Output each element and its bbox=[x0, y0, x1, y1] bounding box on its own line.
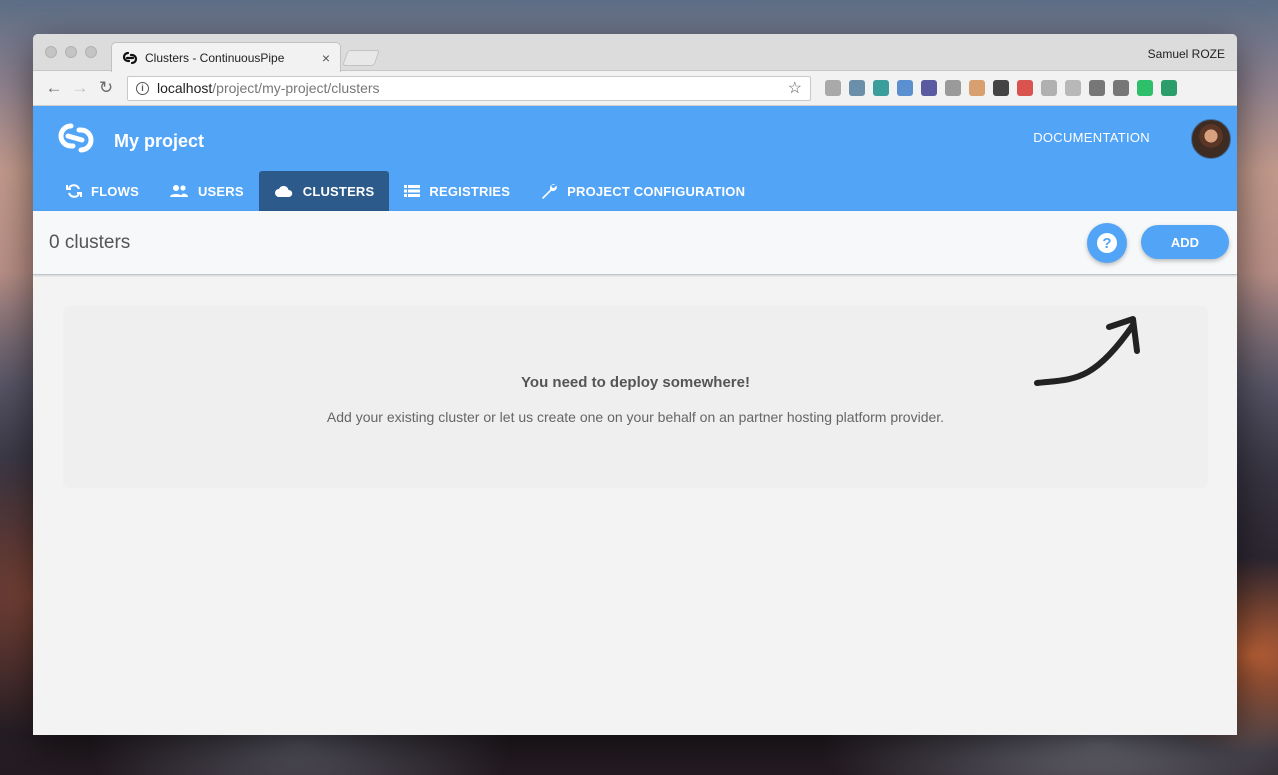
tab-project-configuration-label: PROJECT CONFIGURATION bbox=[567, 183, 746, 199]
tab-clusters[interactable]: CLUSTERS bbox=[258, 171, 390, 211]
ext-4-icon[interactable] bbox=[897, 80, 913, 96]
help-button[interactable]: ? bbox=[1087, 223, 1127, 263]
tab-users-label: USERS bbox=[197, 183, 244, 199]
ext-15-icon[interactable] bbox=[1161, 80, 1177, 96]
tab-title: Clusters - ContinuousPipe bbox=[145, 50, 285, 65]
arrow-up-icon bbox=[1034, 316, 1140, 386]
ext-11-icon[interactable] bbox=[1065, 80, 1081, 96]
url-host: localhost bbox=[157, 80, 213, 96]
list-icon bbox=[404, 184, 421, 198]
continuouspipe-favicon-icon bbox=[122, 51, 138, 64]
close-window-button[interactable] bbox=[45, 46, 57, 58]
profile-name[interactable]: Samuel ROZE bbox=[1148, 47, 1225, 61]
ext-7-icon[interactable] bbox=[969, 80, 985, 96]
ext-1-icon[interactable] bbox=[825, 80, 841, 96]
ext-2-icon[interactable] bbox=[849, 80, 865, 96]
project-name[interactable]: My project bbox=[114, 131, 204, 152]
users-icon bbox=[169, 184, 189, 198]
tab-clusters-label: CLUSTERS bbox=[302, 183, 375, 199]
documentation-link[interactable]: DOCUMENTATION bbox=[1033, 130, 1150, 145]
cloud-icon bbox=[274, 184, 294, 198]
ext-3-icon[interactable] bbox=[873, 80, 889, 96]
new-tab-button[interactable] bbox=[342, 50, 380, 66]
extensions-bar bbox=[825, 80, 1177, 96]
main-content: You need to deploy somewhere! Add your e… bbox=[33, 277, 1237, 735]
question-icon: ? bbox=[1097, 233, 1117, 253]
tab-project-configuration[interactable]: PROJECT CONFIGURATION bbox=[525, 171, 760, 211]
ext-9-icon[interactable] bbox=[1017, 80, 1033, 96]
tab-close-icon[interactable]: × bbox=[322, 50, 330, 66]
tab-strip: Clusters - ContinuousPipe × Samuel ROZE bbox=[33, 34, 1237, 72]
reload-button[interactable]: ↻ bbox=[93, 75, 119, 101]
tab-flows[interactable]: FLOWS bbox=[51, 171, 154, 211]
tab-registries-label: REGISTRIES bbox=[429, 183, 511, 199]
continuouspipe-logo-icon[interactable] bbox=[55, 120, 97, 156]
page-toolbar: 0 clusters ? ADD bbox=[33, 211, 1237, 275]
tab-users[interactable]: USERS bbox=[154, 171, 259, 211]
wrench-icon bbox=[540, 182, 558, 200]
ext-14-icon[interactable] bbox=[1137, 80, 1153, 96]
add-cluster-button[interactable]: ADD bbox=[1141, 225, 1229, 259]
app-header: My project DOCUMENTATION FLOWS USERS CLU… bbox=[33, 106, 1237, 211]
window-controls bbox=[45, 46, 97, 58]
ext-8-icon[interactable] bbox=[993, 80, 1009, 96]
info-icon[interactable]: i bbox=[136, 81, 149, 95]
browser-toolbar: ← → ↻ i localhost/project/my-project/clu… bbox=[33, 71, 1237, 106]
sync-icon bbox=[66, 183, 82, 199]
cluster-count: 0 clusters bbox=[49, 232, 131, 253]
user-avatar[interactable] bbox=[1191, 119, 1231, 159]
bookmark-star-icon[interactable]: ☆ bbox=[788, 78, 802, 98]
address-bar[interactable]: i localhost/project/my-project/clusters … bbox=[127, 75, 811, 101]
url-path: /project/my-project/clusters bbox=[212, 80, 380, 96]
minimize-window-button[interactable] bbox=[65, 46, 77, 58]
ext-12-icon[interactable] bbox=[1089, 80, 1105, 96]
ext-13-icon[interactable] bbox=[1113, 80, 1129, 96]
ext-5-icon[interactable] bbox=[921, 80, 937, 96]
project-nav: FLOWS USERS CLUSTERS REGISTRIES PROJECT … bbox=[51, 171, 760, 211]
browser-tab[interactable]: Clusters - ContinuousPipe × bbox=[111, 42, 341, 72]
forward-button[interactable]: → bbox=[67, 75, 93, 101]
tab-flows-label: FLOWS bbox=[91, 183, 139, 199]
empty-state-text: Add your existing cluster or let us crea… bbox=[326, 409, 945, 425]
ext-6-icon[interactable] bbox=[945, 80, 961, 96]
back-button[interactable]: ← bbox=[41, 75, 67, 101]
tab-registries[interactable]: REGISTRIES bbox=[389, 171, 525, 211]
ext-10-icon[interactable] bbox=[1041, 80, 1057, 96]
maximize-window-button[interactable] bbox=[85, 46, 97, 58]
